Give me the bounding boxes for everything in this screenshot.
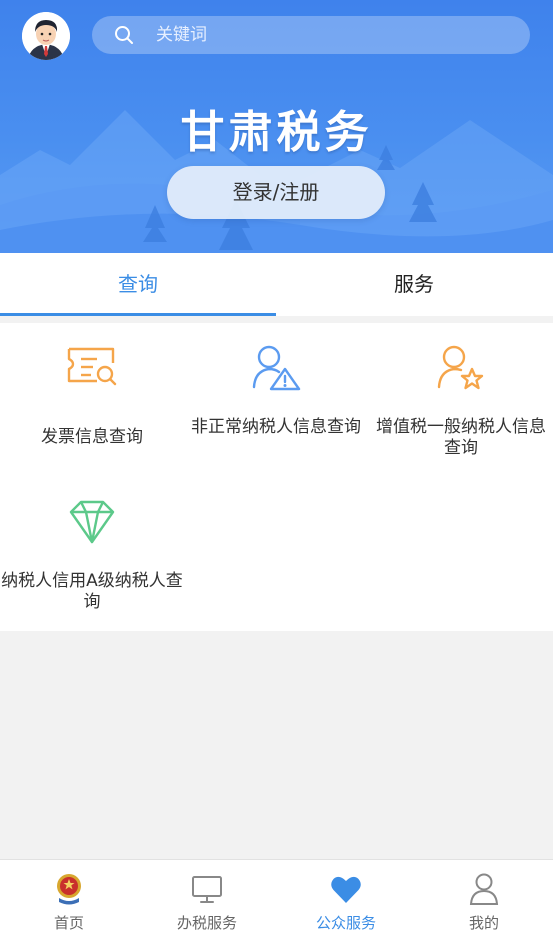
service-item-vat-taxpayer[interactable]: 增值税一般纳税人信息查询 (369, 323, 553, 478)
service-item-abnormal-taxpayer[interactable]: 非正常纳税人信息查询 (184, 323, 368, 478)
service-item-label: 非正常纳税人信息查询 (191, 417, 361, 437)
monitor-icon (192, 876, 222, 903)
nav-item-mine[interactable]: 我的 (415, 860, 553, 939)
invoice-search-icon (67, 347, 117, 386)
service-item-invoice-query[interactable]: 发票信息查询 (0, 323, 184, 478)
nav-label: 公众服务 (315, 914, 376, 932)
heart-icon (331, 876, 361, 903)
nav-item-home[interactable]: 首页 (0, 860, 138, 939)
search-bar[interactable]: 关键词 (92, 16, 530, 54)
nav-item-tax-services[interactable]: 办税服务 (138, 860, 276, 939)
nav-label: 首页 (53, 914, 84, 932)
nav-label: 我的 (468, 914, 499, 932)
tab-bar: 查询 服务 (0, 253, 553, 316)
search-icon (115, 26, 133, 44)
service-item-label: 增值税一般纳税人信息查询 (376, 417, 546, 458)
tax-emblem-icon (57, 874, 81, 905)
diamond-icon (69, 500, 115, 544)
service-grid: 发票信息查询 非正常纳税人信息查询 增值税一般纳税人信息查询 纳税人信用A级纳税… (0, 323, 553, 631)
nav-item-public-services[interactable]: 公众服务 (277, 860, 415, 939)
user-star-icon (437, 345, 484, 390)
search-placeholder: 关键词 (156, 25, 207, 45)
nav-label: 办税服务 (176, 914, 237, 932)
service-item-credit-a-taxpayer[interactable]: 纳税人信用A级纳税人查询 (0, 478, 184, 631)
user-warning-icon (252, 345, 301, 391)
tab-query[interactable]: 查询 (0, 253, 276, 316)
tab-service[interactable]: 服务 (276, 253, 552, 316)
login-register-button[interactable]: 登录/注册 (167, 166, 385, 219)
bottom-navigation: 首页 办税服务 公众服务 我的 (0, 859, 553, 939)
tab-active-indicator (0, 313, 276, 316)
service-item-label: 发票信息查询 (41, 427, 143, 447)
avatar[interactable] (22, 12, 70, 60)
user-icon (469, 873, 499, 905)
page-title: 甘肃税务 (180, 107, 373, 158)
service-item-label: 纳税人信用A级纳税人查询 (1, 571, 183, 612)
avatar-portrait-icon (22, 12, 70, 60)
header-banner: 关键词 甘肃税务 登录/注册 (0, 0, 553, 253)
